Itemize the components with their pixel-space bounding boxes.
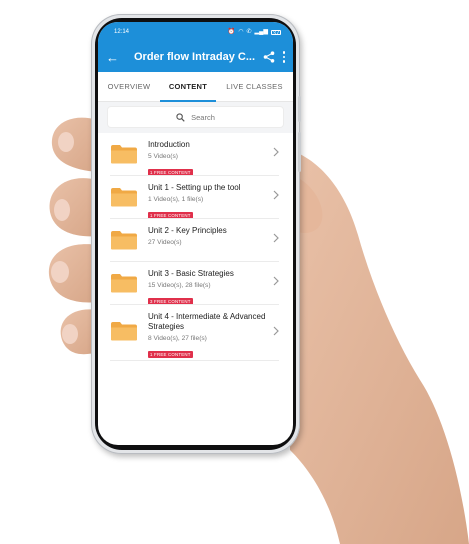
search-section: Search	[98, 102, 293, 133]
back-arrow-icon[interactable]: ←	[106, 51, 120, 64]
app-bar: ← Order flow Intraday C...	[98, 42, 293, 72]
chevron-right-icon	[273, 147, 279, 157]
folder-icon	[111, 322, 137, 341]
chevron-right-icon	[273, 276, 279, 286]
list-item-unit-4[interactable]: Unit 4 - Intermediate & Advanced Strateg…	[98, 305, 293, 361]
folder-icon	[111, 274, 137, 293]
alarm-icon: ⏰	[227, 29, 236, 35]
content-list: Introduction 5 Video(s) 1 FREE CONTENT U…	[98, 133, 293, 361]
tab-bar: OVERVIEW CONTENT LIVE CLASSES	[98, 72, 293, 102]
chevron-right-icon	[273, 326, 279, 336]
list-item-introduction[interactable]: Introduction 5 Video(s) 1 FREE CONTENT	[98, 133, 293, 176]
call-icon: ✆	[246, 29, 252, 35]
chevron-right-icon	[273, 190, 279, 200]
share-icon[interactable]	[263, 51, 275, 63]
phone-volume-button	[298, 132, 301, 172]
unit-title: Unit 3 - Basic Strategies	[148, 269, 234, 278]
unit-meta: 1 Video(s), 1 file(s)	[148, 196, 204, 203]
folder-icon	[111, 231, 137, 250]
search-input[interactable]: Search	[108, 107, 283, 127]
unit-title: Unit 1 - Setting up the tool	[148, 183, 241, 192]
unit-title: Unit 2 - Key Principles	[148, 226, 227, 235]
phone-side-button	[298, 96, 301, 122]
chevron-right-icon	[273, 233, 279, 243]
wifi-icon: ◠	[238, 29, 244, 35]
list-item-unit-3[interactable]: Unit 3 - Basic Strategies 15 Video(s), 2…	[98, 262, 293, 305]
unit-meta: 8 Video(s), 27 file(s)	[148, 335, 207, 342]
tab-live-classes[interactable]: LIVE CLASSES	[216, 72, 293, 101]
folder-icon	[111, 188, 137, 207]
free-content-badge: 1 FREE CONTENT	[148, 351, 193, 358]
phone-screen: 12:14 ⏰ ◠ ✆ ▂▄▆ 37 ← Order flow Intraday…	[98, 22, 293, 445]
unit-meta: 15 Video(s), 28 file(s)	[148, 282, 211, 289]
status-bar: 12:14 ⏰ ◠ ✆ ▂▄▆ 37	[98, 22, 293, 42]
list-item-unit-1[interactable]: Unit 1 - Setting up the tool 1 Video(s),…	[98, 176, 293, 219]
signal-icon: ▂▄▆	[254, 29, 268, 35]
status-time: 12:14	[114, 29, 130, 35]
unit-title: Introduction	[148, 140, 190, 149]
unit-title: Unit 4 - Intermediate & Advanced Strateg…	[148, 312, 266, 331]
battery-icon: 37	[271, 29, 281, 37]
more-options-icon[interactable]	[281, 51, 287, 63]
search-icon	[176, 112, 185, 122]
list-item-unit-2[interactable]: Unit 2 - Key Principles 27 Video(s)	[98, 219, 293, 262]
unit-meta: 5 Video(s)	[148, 153, 178, 160]
tab-content[interactable]: CONTENT	[160, 72, 216, 102]
page-title: Order flow Intraday C...	[134, 51, 256, 63]
unit-meta: 27 Video(s)	[148, 239, 182, 246]
tab-overview[interactable]: OVERVIEW	[98, 72, 160, 101]
search-placeholder: Search	[191, 112, 215, 122]
folder-icon	[111, 145, 137, 164]
